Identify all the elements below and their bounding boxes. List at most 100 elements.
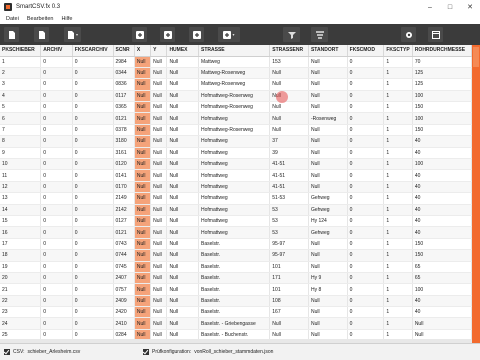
table-cell[interactable]: -Rosenweg	[308, 112, 348, 125]
table-cell[interactable]: 37	[269, 135, 309, 148]
table-cell[interactable]: 1	[383, 158, 413, 171]
settings-button[interactable]	[401, 27, 416, 42]
table-cell[interactable]: 0	[40, 204, 73, 216]
table-cell[interactable]: 8	[0, 135, 42, 148]
table-cell[interactable]: 1	[383, 181, 413, 194]
table-cell[interactable]: Null	[269, 101, 309, 114]
table-cell[interactable]: 0	[40, 306, 73, 319]
table-cell[interactable]: Null	[308, 90, 348, 103]
table-cell[interactable]: 150	[412, 124, 472, 137]
table-cell[interactable]: Null	[134, 215, 152, 228]
table-cell[interactable]: Null	[308, 295, 348, 308]
table-cell[interactable]: 0	[40, 317, 73, 330]
table-cell[interactable]: 40	[412, 181, 472, 194]
table-cell[interactable]: Null	[166, 226, 199, 239]
table-cell[interactable]: 0	[347, 169, 385, 182]
table-row[interactable]: 7 0 0 0378 Null Null Null Hofmattweg-Rosenweg Nu…	[0, 124, 472, 137]
table-cell[interactable]: Null	[166, 295, 199, 308]
table-cell[interactable]: 1	[383, 67, 413, 80]
table-cell[interactable]: 2407	[113, 272, 135, 285]
table-cell[interactable]: 0	[72, 67, 114, 80]
table-cell[interactable]: 0	[72, 317, 114, 330]
table-row[interactable]: 8 0 0 3180 Null Null Null Hofmattweg 37 Null 0 1 40	[0, 135, 472, 148]
table-cell[interactable]: Mattweg	[198, 56, 271, 68]
table-cell[interactable]: 0	[347, 226, 385, 239]
table-cell[interactable]: 1	[383, 101, 413, 114]
table-cell[interactable]: 0	[72, 295, 114, 308]
table-cell[interactable]: Null	[134, 124, 152, 137]
close-icon[interactable]: ✕	[460, 0, 480, 14]
table-row[interactable]: 9 0 0 3161 Null Null Null Hofmattweg 39 Null 0 1 40	[0, 147, 472, 160]
column-header-scnr[interactable]: SCNR	[113, 45, 135, 57]
table-cell[interactable]: 41-51	[269, 181, 309, 194]
table-cell[interactable]: 17	[0, 238, 42, 251]
menu-bearbeiten[interactable]: Bearbeiten	[27, 16, 54, 22]
table-cell[interactable]: 100	[412, 283, 472, 296]
table-cell[interactable]: 1	[383, 56, 413, 68]
table-cell[interactable]: 0	[347, 306, 385, 319]
table-cell[interactable]: 40	[412, 306, 472, 319]
table-cell[interactable]: Null	[269, 67, 309, 80]
table-cell[interactable]: 2420	[113, 306, 135, 319]
table-cell[interactable]: 167	[269, 306, 309, 319]
table-cell[interactable]: 9	[0, 147, 42, 160]
table-cell[interactable]: 0	[347, 67, 385, 80]
table-cell[interactable]: 0	[72, 169, 114, 182]
table-cell[interactable]: 0	[347, 317, 385, 330]
table-row[interactable]: 13 0 0 2149 Null Null Null Hofmattweg 51-53 Gehwe…	[0, 192, 472, 205]
table-cell[interactable]: 0	[72, 78, 114, 91]
table-cell[interactable]: 0	[72, 283, 114, 296]
column-header-fksctyp[interactable]: FKSCTYP	[383, 45, 413, 57]
table-cell[interactable]: 2984	[113, 56, 135, 68]
table-cell[interactable]: Null	[166, 215, 199, 228]
table-cell[interactable]: Gehweg	[308, 204, 348, 216]
table-row[interactable]: 23 0 0 2420 Null Null Null Baselstr. 167 Null 0 1 40	[0, 306, 472, 319]
table-cell[interactable]: 153	[269, 56, 309, 68]
table-cell[interactable]: 0	[347, 261, 385, 273]
table-cell[interactable]: 0	[72, 192, 114, 205]
table-cell[interactable]: Null	[308, 101, 348, 114]
table-cell[interactable]: Null	[269, 124, 309, 137]
table-cell[interactable]: 0757	[113, 283, 135, 296]
table-cell[interactable]: 101	[269, 283, 309, 296]
table-cell[interactable]: 171	[269, 272, 309, 285]
save-button[interactable]: ▾	[64, 27, 81, 42]
table-cell[interactable]: Null	[308, 124, 348, 137]
table-cell[interactable]: 0	[347, 78, 385, 91]
table-cell[interactable]: Null	[134, 78, 152, 91]
table-cell[interactable]: 0	[72, 272, 114, 285]
table-cell[interactable]: Hofmattweg-Rosenweg	[198, 101, 271, 114]
table-cell[interactable]: Null	[166, 283, 199, 296]
table-row[interactable]: 5 0 0 0365 Null Null Null Hofmattweg-Rosenweg Nu…	[0, 101, 472, 114]
column-header-archiv[interactable]: ARCHIV	[40, 45, 73, 57]
table-cell[interactable]: Null	[308, 181, 348, 194]
table-cell[interactable]: Hofmattweg	[198, 147, 271, 160]
column-header-strasse[interactable]: STRASSE	[198, 45, 271, 57]
table-cell[interactable]: Null	[166, 158, 199, 171]
table-cell[interactable]: 1	[383, 249, 413, 262]
table-cell[interactable]: 11	[0, 169, 42, 182]
table-cell[interactable]: Null	[150, 56, 168, 68]
table-cell[interactable]: 150	[412, 101, 472, 114]
table-row[interactable]: 24 0 0 2410 Null Null Null Baselstr. - Griebeng…	[0, 317, 472, 330]
table-cell[interactable]: Null	[134, 192, 152, 205]
table-cell[interactable]: Null	[150, 283, 168, 296]
insert-row-button[interactable]	[160, 27, 175, 42]
table-cell[interactable]: Null	[166, 78, 199, 91]
table-cell[interactable]: Null	[134, 317, 152, 330]
table-cell[interactable]: Null	[308, 135, 348, 148]
table-cell[interactable]: 0	[40, 56, 73, 68]
table-cell[interactable]: Hofmattweg	[198, 226, 271, 239]
table-cell[interactable]: Null	[308, 78, 348, 91]
table-cell[interactable]: 19	[0, 261, 42, 273]
table-cell[interactable]: Null	[166, 147, 199, 160]
table-cell[interactable]: Null	[308, 306, 348, 319]
table-cell[interactable]: Null	[166, 317, 199, 330]
table-cell[interactable]: 1	[383, 317, 413, 330]
table-cell[interactable]: 100	[412, 158, 472, 171]
table-cell[interactable]: 0	[72, 147, 114, 160]
table-cell[interactable]: Null	[150, 158, 168, 171]
table-cell[interactable]: Hofmattweg	[198, 215, 271, 228]
table-cell[interactable]: 40	[412, 215, 472, 228]
table-cell[interactable]: Null	[166, 204, 199, 216]
